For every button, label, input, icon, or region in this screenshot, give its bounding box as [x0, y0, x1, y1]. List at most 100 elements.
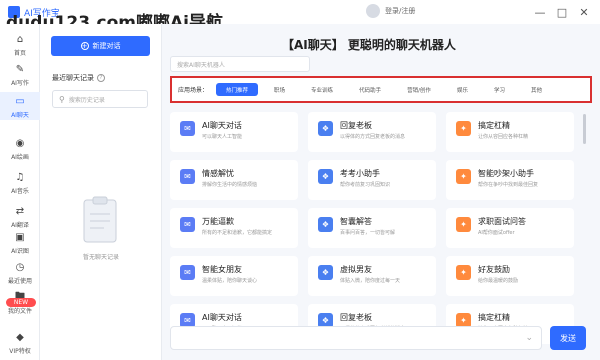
- history-search-input[interactable]: ⚲ 搜索历史记录: [52, 90, 148, 108]
- nav-item-ai-translate[interactable]: ⇄ AI翻译: [0, 204, 40, 232]
- bot-card[interactable]: ❖ 回复老板以得体的方式回复老板的消息: [308, 112, 436, 152]
- history-title-text: 最近聊天记录: [52, 74, 94, 82]
- bot-card-icon: ✉: [180, 265, 195, 280]
- nav-item-recent[interactable]: ◷ 最近使用: [0, 260, 40, 288]
- vip-icon: ◆: [16, 331, 24, 343]
- bot-card[interactable]: ✉ 万能逼歉 所有的不足和道歉，它都能搞定: [170, 208, 298, 248]
- nav-item-vip[interactable]: ◆ VIP特权: [0, 330, 40, 358]
- message-input[interactable]: ⌄: [170, 326, 542, 350]
- app-window: AI写作宝 登录/注册 — □ ✕ dudu123.com嘟嘟Ai导航 ⌂ 首页…: [0, 0, 600, 360]
- nav-item-ai-image-recognition[interactable]: ▣ AI识图: [0, 230, 40, 258]
- chat-icon: ▭: [15, 95, 25, 107]
- bot-card-icon: ✦: [456, 265, 471, 280]
- new-chat-label: 新建对话: [92, 42, 121, 50]
- palette-icon: ◉: [15, 137, 25, 149]
- bot-card[interactable]: ❖ 智囊解答百事问百答，一切皆可解: [308, 208, 436, 248]
- bot-search-input[interactable]: 搜索AI聊天机器人: [170, 56, 310, 72]
- tab-hot[interactable]: 热门推荐: [216, 83, 259, 96]
- tab-workplace[interactable]: 职场: [264, 83, 295, 96]
- empty-history-text: 暂无聊天记录: [82, 254, 119, 261]
- nav-label: AI翻译: [11, 222, 29, 229]
- bot-card-icon: ✉: [180, 169, 195, 184]
- bot-card[interactable]: ✦ 智能吵架小助手 帮你在争吵中找到最佳回复: [446, 160, 574, 200]
- bot-card-title: 万能逼歉: [202, 217, 234, 226]
- nav-label: AI音乐: [11, 188, 29, 195]
- bot-card-desc: 可以聊天人工智能: [202, 134, 243, 140]
- tab-other[interactable]: 其他: [521, 83, 552, 96]
- bot-card-title: AI聊天对话: [202, 121, 242, 130]
- nav-label: 我的文件: [7, 308, 32, 315]
- nav-item-home[interactable]: ⌂ 首页: [0, 32, 40, 60]
- translate-icon: ⇄: [15, 205, 25, 217]
- bot-card-title: 搞定杠精: [478, 313, 510, 322]
- bot-card[interactable]: ❖ 虚拟男友体贴入微，陪你度过每一天: [308, 256, 436, 296]
- bot-card[interactable]: ❖ 考考小助手 帮你考前复习巩固知识: [308, 160, 436, 200]
- bot-card-desc: 体贴入微，陪你度过每一天: [340, 278, 401, 284]
- bot-card-icon: ❖: [318, 217, 333, 232]
- main-panel: 【AI聊天】 更聪明的聊天机器人 搜索AI聊天机器人 应用场景： 热门推荐 职场…: [162, 24, 600, 360]
- history-search-placeholder: 搜索历史记录: [68, 96, 105, 104]
- nav-label: AI绘画: [11, 154, 29, 161]
- bot-card[interactable]: ✉ AI聊天对话可以聊天人工智能: [170, 112, 298, 152]
- bot-card[interactable]: ✦ 求职面试问答 AI帮你面试offer: [446, 208, 574, 248]
- nav-item-ai-music[interactable]: ♫ AI音乐: [0, 170, 40, 198]
- bot-card-desc: 排解你生活中的情感烦恼: [202, 182, 258, 188]
- scrollbar[interactable]: [583, 114, 586, 144]
- nav-item-ai-chat[interactable]: ▭ AI聊天: [0, 92, 40, 120]
- clock-icon: ◷: [15, 261, 25, 273]
- login-label: 登录/注册: [385, 7, 416, 15]
- bot-card-title: 智囊解答: [340, 217, 372, 226]
- bot-card-title: 回复老板: [340, 313, 372, 322]
- bot-card-icon: ❖: [318, 121, 333, 136]
- bot-card[interactable]: ✉ 智能女朋友 温柔体贴，陪你聊天谈心: [170, 256, 298, 296]
- tab-study[interactable]: 学习: [484, 83, 515, 96]
- bot-card-icon: ❖: [318, 265, 333, 280]
- maximize-icon[interactable]: □: [554, 4, 570, 20]
- tab-code-assistant[interactable]: 代码助手: [349, 83, 391, 96]
- bot-card-desc: 百事问百答，一切皆可解: [340, 230, 396, 236]
- bot-card-title: 考考小助手: [340, 169, 380, 178]
- home-icon: ⌂: [16, 33, 24, 45]
- page-title: 【AI聊天】 更聪明的聊天机器人: [282, 38, 456, 52]
- help-icon[interactable]: ?: [97, 74, 105, 82]
- bot-card-icon: ✉: [180, 217, 195, 232]
- avatar: [366, 4, 380, 18]
- tab-professional-training[interactable]: 专业训练: [301, 83, 343, 96]
- minimize-icon[interactable]: —: [532, 4, 548, 20]
- chevron-down-icon[interactable]: ⌄: [525, 333, 533, 343]
- bot-card-desc: 帮你考前复习巩固知识: [340, 182, 391, 188]
- bot-card-title: 求职面试问答: [478, 217, 526, 226]
- new-chat-button[interactable]: + 新建对话: [51, 36, 150, 56]
- send-button[interactable]: 发送: [550, 326, 586, 350]
- bot-card-icon: ✉: [180, 121, 195, 136]
- bot-card-title: 搞定杠精: [478, 121, 510, 130]
- bot-card-desc: 以得体的方式回复老板的消息: [340, 134, 406, 140]
- bot-card-desc: 帮你在争吵中找到最佳回复: [478, 182, 539, 188]
- bot-card-title: 情感解忧: [202, 169, 234, 178]
- bot-card[interactable]: ✦ 搞定杠精让你从容回应各种杠精: [446, 112, 574, 152]
- bot-card-desc: AI帮你面试offer: [478, 230, 515, 236]
- tab-marketing[interactable]: 营销/创作: [397, 83, 441, 96]
- nav-item-ai-painting[interactable]: ◉ AI绘画: [0, 136, 40, 164]
- new-badge: NEW: [6, 298, 36, 307]
- bot-card-title: 智能女朋友: [202, 265, 242, 274]
- plus-icon: +: [80, 42, 89, 50]
- bot-card-icon: ✦: [456, 121, 471, 136]
- category-label: 应用场景：: [178, 87, 209, 94]
- bot-card-title: AI聊天对话: [202, 313, 242, 322]
- bot-card[interactable]: ✦ 好友鼓励 给你最温暖的鼓励: [446, 256, 574, 296]
- empty-clipboard-icon: [83, 196, 117, 243]
- nav-label: VIP特权: [9, 348, 31, 355]
- nav-item-ai-writing[interactable]: ✎ AI写作: [0, 62, 40, 90]
- bot-search-placeholder: 搜索AI聊天机器人: [177, 61, 225, 69]
- bot-card-desc: 让你从容回应各种杠精: [478, 134, 529, 140]
- image-icon: ▣: [15, 231, 25, 243]
- bot-card-title: 回复老板: [340, 121, 372, 130]
- bot-card-title: 好友鼓励: [478, 265, 510, 274]
- close-icon[interactable]: ✕: [576, 4, 592, 20]
- bot-card-icon: ✦: [456, 169, 471, 184]
- tab-entertainment[interactable]: 娱乐: [447, 83, 478, 96]
- login-register[interactable]: 登录/注册: [366, 4, 415, 18]
- bot-card[interactable]: ✉ 情感解忧排解你生活中的情感烦恼: [170, 160, 298, 200]
- bot-card-title: 虚拟男友: [340, 265, 372, 274]
